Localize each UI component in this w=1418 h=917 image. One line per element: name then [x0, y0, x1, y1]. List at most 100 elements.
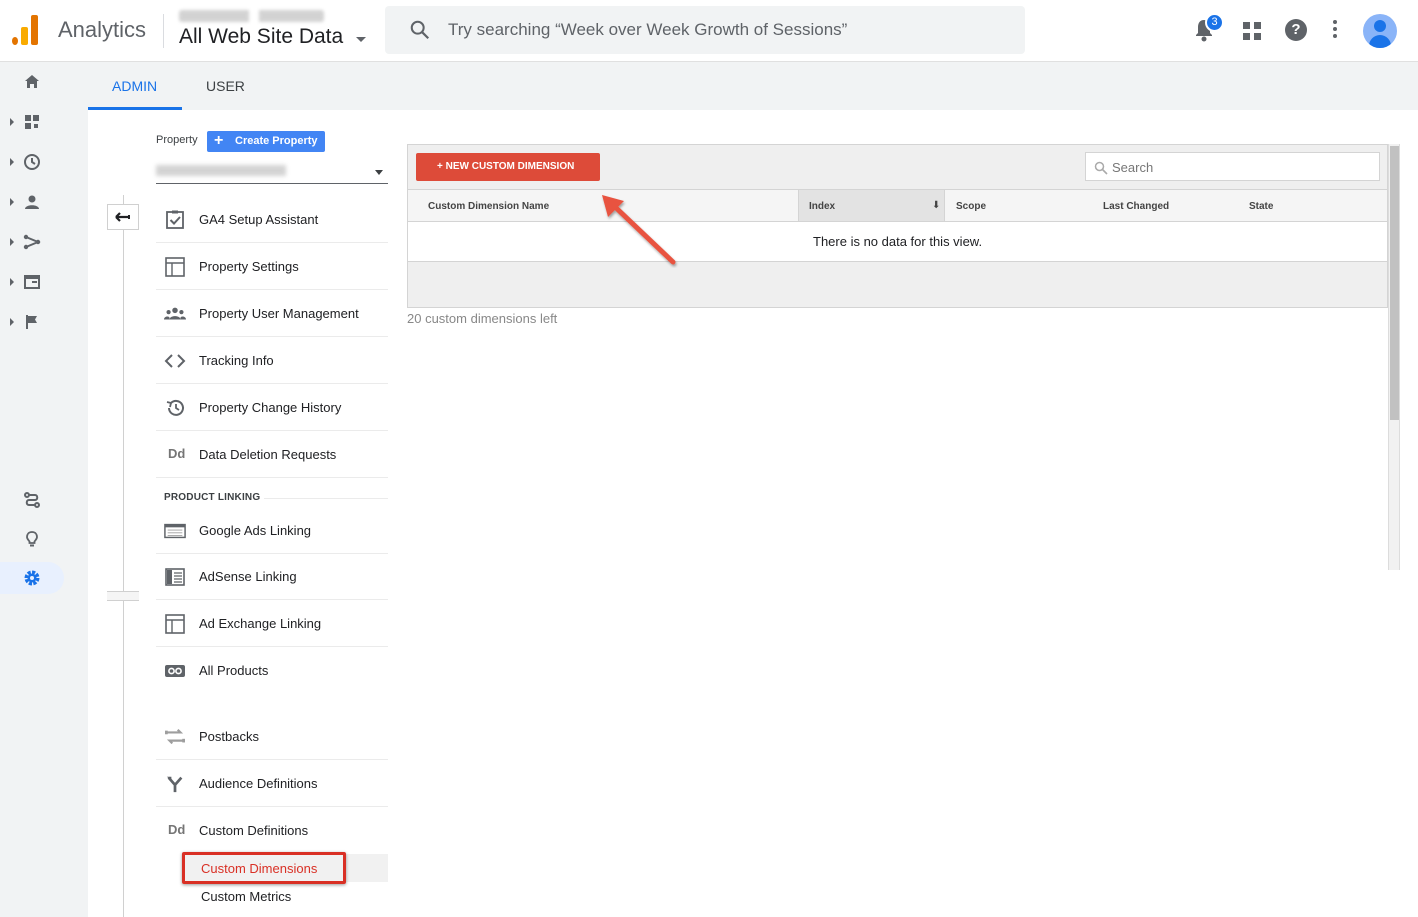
more-vert-icon[interactable]: [1332, 20, 1338, 40]
plus-icon: +: [214, 132, 224, 149]
rail-realtime[interactable]: [0, 146, 64, 178]
menu-adsense-linking[interactable]: AdSense Linking: [156, 553, 388, 600]
new-custom-dimension-button[interactable]: + NEW CUSTOM DIMENSION: [416, 153, 600, 181]
menu-property-change-history[interactable]: Property Change History: [156, 384, 388, 431]
rail-admin[interactable]: [0, 562, 64, 594]
postbacks-icon: [165, 728, 185, 745]
menu-ga4-setup-assistant[interactable]: GA4 Setup Assistant: [156, 196, 388, 243]
column-header-state[interactable]: State: [1249, 201, 1273, 212]
menu-label: Data Deletion Requests: [199, 447, 337, 462]
flag-icon: [26, 315, 37, 329]
rail-discover[interactable]: [0, 523, 64, 555]
column-divider: [123, 195, 124, 917]
menu-label: Tracking Info: [199, 353, 274, 368]
menu-property-user-management[interactable]: Property User Management: [156, 290, 388, 337]
menu-label: Ad Exchange Linking: [199, 616, 322, 631]
highlight-box-annotation: [182, 852, 346, 884]
chevron-down-icon[interactable]: [356, 37, 366, 42]
view-selector[interactable]: All Web Site Data: [179, 25, 343, 49]
history-icon: [166, 399, 184, 416]
menu-label: Property Settings: [199, 259, 299, 274]
settings-panel-icon: [165, 257, 185, 277]
notification-badge: 3: [1205, 13, 1224, 32]
tab-user[interactable]: USER: [206, 78, 245, 94]
menu-label: Google Ads Linking: [199, 523, 312, 538]
menu-data-deletion-requests[interactable]: Dd Data Deletion Requests: [156, 431, 388, 478]
menu-audience-definitions[interactable]: Audience Definitions: [156, 760, 388, 807]
submenu-custom-metrics[interactable]: Custom Metrics: [184, 882, 388, 910]
lightbulb-icon: [26, 531, 38, 547]
rail-behavior[interactable]: [0, 266, 64, 298]
menu-tracking-info[interactable]: Tracking Info: [156, 337, 388, 384]
remaining-dimensions-count: 20 custom dimensions left: [407, 311, 558, 326]
rail-home[interactable]: [0, 66, 64, 98]
back-arrow-icon: [115, 212, 130, 222]
property-selector[interactable]: [156, 160, 388, 184]
menu-property-settings[interactable]: Property Settings: [156, 243, 388, 290]
column-header-name[interactable]: Custom Dimension Name: [428, 201, 549, 212]
dd-icon: Dd: [168, 822, 186, 837]
rail-conversions[interactable]: [0, 306, 64, 338]
menu-ad-exchange-linking[interactable]: Ad Exchange Linking: [156, 600, 388, 647]
menu-custom-definitions[interactable]: Dd Custom Definitions: [156, 807, 388, 854]
avatar[interactable]: [1363, 14, 1397, 48]
create-property-button[interactable]: + Create Property: [207, 131, 325, 152]
clock-icon: [24, 154, 40, 170]
checkbox-icon: [166, 210, 184, 229]
code-icon: [164, 354, 186, 368]
section-divider: [264, 498, 388, 499]
column-header-scope[interactable]: Scope: [956, 201, 986, 212]
menu-label: Custom Definitions: [199, 823, 309, 838]
table-search-placeholder: Search: [1112, 160, 1154, 175]
arrow-annotation-icon: [602, 195, 676, 265]
menu-google-ads-linking[interactable]: Google Ads Linking: [156, 507, 388, 554]
sort-desc-icon[interactable]: ⬇: [932, 200, 940, 211]
analytics-logo-icon[interactable]: [12, 15, 40, 45]
table-empty-row: There is no data for this view.: [408, 222, 1387, 262]
property-name-redacted: [156, 165, 286, 176]
chevron-down-icon: [375, 170, 383, 175]
search-icon: [410, 20, 430, 40]
link-icon: [165, 665, 185, 677]
rail-attribution[interactable]: [0, 484, 64, 516]
table-header: Custom Dimension Name Index ⬇ Scope Last…: [408, 189, 1387, 222]
column-header-index[interactable]: Index: [809, 201, 835, 212]
menu-label: Property Change History: [199, 400, 342, 415]
rail-customization[interactable]: [0, 106, 64, 138]
panel-scrollbar[interactable]: [1388, 144, 1400, 570]
column-collapse-handle[interactable]: [107, 591, 139, 601]
admin-tabs: ADMIN USER: [88, 62, 1418, 110]
behavior-window-icon: [24, 275, 40, 289]
menu-all-products[interactable]: All Products: [156, 647, 388, 694]
audience-icon: [166, 776, 183, 793]
menu-postbacks[interactable]: Postbacks: [156, 713, 388, 760]
help-icon[interactable]: ?: [1285, 19, 1307, 41]
ads-icon: [164, 523, 186, 539]
active-tab-indicator: [88, 107, 182, 110]
menu-label: Audience Definitions: [199, 776, 318, 791]
attribution-icon: [24, 492, 40, 508]
create-property-label: Create Property: [235, 135, 318, 147]
back-button[interactable]: [107, 204, 139, 230]
global-search-input[interactable]: Try searching “Week over Week Growth of …: [385, 6, 1025, 54]
menu-label: Property User Management: [199, 306, 359, 321]
column-header-last-changed[interactable]: Last Changed: [1103, 201, 1169, 212]
menu-label: GA4 Setup Assistant: [199, 212, 319, 227]
menu-label: Postbacks: [199, 729, 259, 744]
top-bar: Analytics All Web Site Data Try searchin…: [0, 0, 1418, 62]
section-product-linking: PRODUCT LINKING: [164, 492, 261, 503]
submenu-label: Custom Metrics: [201, 889, 292, 904]
scrollbar-thumb[interactable]: [1390, 146, 1399, 420]
header-divider: [163, 14, 164, 48]
empty-message: There is no data for this view.: [813, 234, 983, 249]
tab-admin[interactable]: ADMIN: [112, 78, 157, 94]
menu-label: AdSense Linking: [199, 569, 297, 584]
menu-label: All Products: [199, 663, 269, 678]
apps-grid-icon[interactable]: [1243, 22, 1261, 40]
rail-acquisition[interactable]: [0, 226, 64, 258]
table-search-input[interactable]: Search: [1085, 152, 1380, 181]
account-breadcrumb-redacted[interactable]: [179, 10, 324, 22]
people-icon: [164, 307, 186, 320]
rail-audience[interactable]: [0, 186, 64, 218]
gear-icon: [24, 570, 40, 586]
